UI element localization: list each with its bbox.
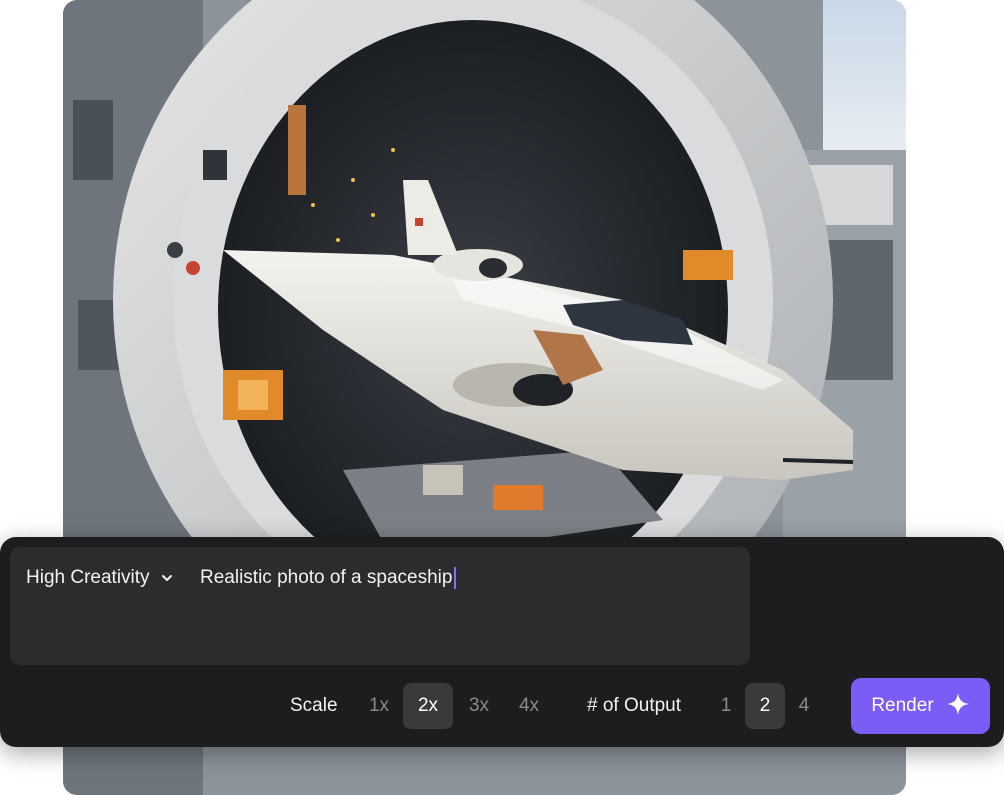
scale-option-1x[interactable]: 1x bbox=[358, 683, 400, 729]
render-button-label: Render bbox=[871, 695, 934, 716]
prompt-input[interactable]: Realistic photo of a spaceship bbox=[200, 567, 457, 589]
render-button[interactable]: Render bbox=[851, 678, 990, 734]
scale-option-2x[interactable]: 2x bbox=[403, 683, 453, 729]
prompt-panel: High Creativity Realistic photo of a spa… bbox=[0, 537, 1004, 747]
app-canvas: High Creativity Realistic photo of a spa… bbox=[0, 0, 1004, 795]
chevron-down-icon bbox=[160, 571, 174, 585]
scale-option-3x[interactable]: 3x bbox=[458, 683, 500, 729]
prompt-box[interactable]: High Creativity Realistic photo of a spa… bbox=[10, 547, 750, 665]
output-option-1[interactable]: 1 bbox=[710, 683, 742, 729]
output-option-2[interactable]: 2 bbox=[745, 683, 785, 729]
creativity-mode-label: High Creativity bbox=[26, 567, 150, 588]
scale-label: Scale bbox=[290, 695, 338, 716]
output-count-label: # of Output bbox=[587, 695, 682, 716]
text-cursor bbox=[454, 567, 457, 589]
prompt-input-text: Realistic photo of a spaceship bbox=[200, 567, 453, 588]
output-option-4[interactable]: 4 bbox=[788, 683, 820, 729]
scale-option-4x[interactable]: 4x bbox=[508, 683, 550, 729]
sparkle-icon bbox=[946, 692, 970, 721]
creativity-mode-dropdown[interactable]: High Creativity bbox=[26, 567, 174, 589]
